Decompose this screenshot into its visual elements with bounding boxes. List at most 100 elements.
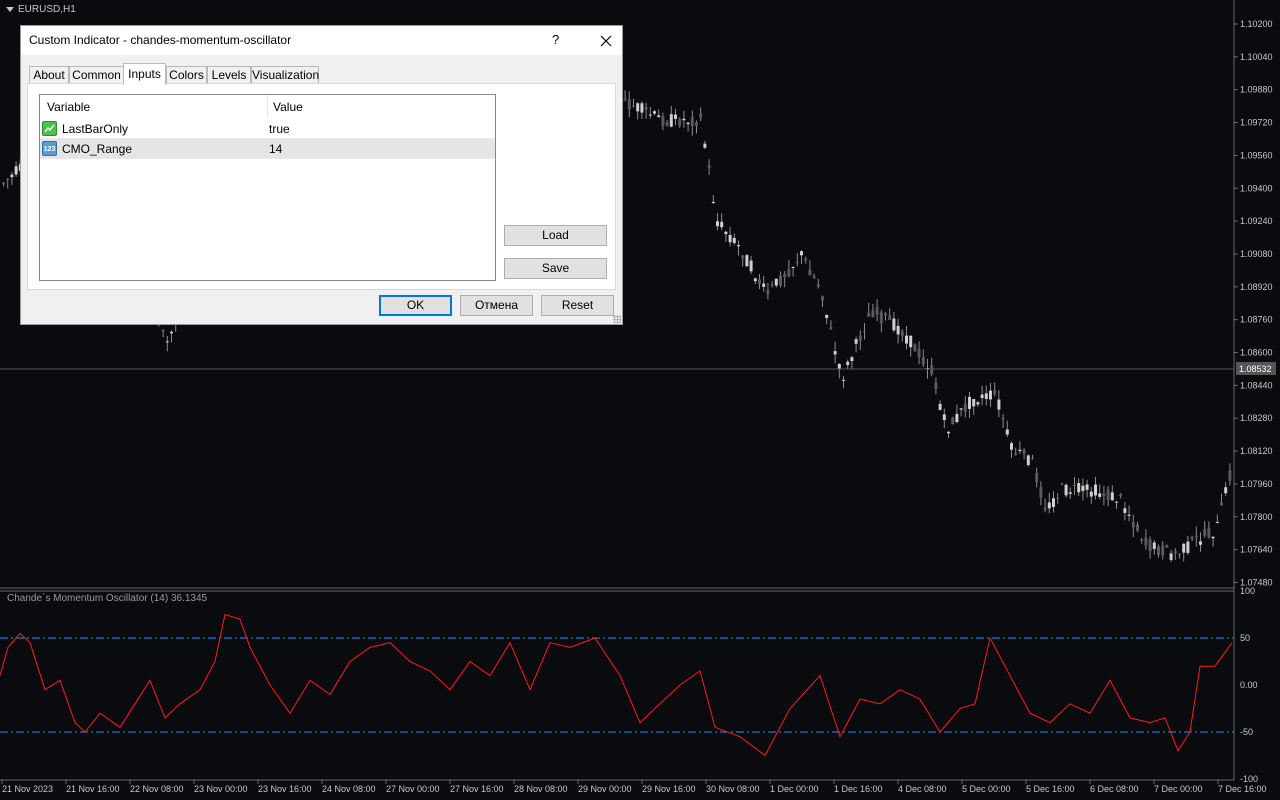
candle-body <box>678 119 682 126</box>
candle-body <box>762 283 766 287</box>
candle-body <box>1035 472 1039 483</box>
candle-body <box>1081 485 1085 492</box>
resize-grip-icon[interactable] <box>613 315 621 323</box>
price-tick-label: 1.09400 <box>1240 183 1273 193</box>
dialog-titlebar[interactable]: Custom Indicator - chandes-momentum-osci… <box>21 26 622 55</box>
candle-body <box>1056 497 1060 499</box>
candle-body <box>644 106 648 110</box>
time-tick-label: 7 Dec 16:00 <box>1218 784 1267 794</box>
candle-body <box>884 313 887 316</box>
candle-body <box>1140 539 1144 541</box>
reset-button[interactable]: Reset <box>541 295 614 316</box>
candle-body <box>812 275 816 278</box>
time-tick-label: 1 Dec 00:00 <box>770 784 819 794</box>
candle-body <box>1127 514 1131 516</box>
candle-body <box>846 361 850 365</box>
help-button[interactable]: ? <box>552 32 559 47</box>
time-tick-label: 22 Nov 08:00 <box>130 784 184 794</box>
candle-body <box>930 365 934 375</box>
candle-body <box>804 258 808 261</box>
candle-body <box>1203 529 1207 536</box>
candle-body <box>938 403 942 410</box>
candle-body <box>787 269 791 277</box>
candle-body <box>858 335 862 341</box>
candle-body <box>1199 541 1202 545</box>
price-tick-label: 1.10200 <box>1240 19 1273 29</box>
candle-body <box>942 414 946 421</box>
candle-body <box>1047 502 1051 509</box>
close-button[interactable] <box>589 26 622 55</box>
tab-about[interactable]: About <box>29 66 69 84</box>
candle-body <box>674 114 677 119</box>
tab-colors[interactable]: Colors <box>166 66 207 84</box>
indicator-tick-label: -50 <box>1240 727 1253 737</box>
variable-value[interactable]: 14 <box>269 142 282 156</box>
candle-body <box>1148 539 1152 551</box>
candle-body <box>888 315 892 320</box>
variable-value[interactable]: true <box>269 122 290 136</box>
candle-body <box>636 103 640 112</box>
column-separator[interactable] <box>267 95 268 118</box>
candle-body <box>703 143 707 148</box>
candle-body <box>720 221 724 228</box>
candle-body <box>1102 493 1106 497</box>
price-tick-label: 1.08440 <box>1240 380 1273 390</box>
symbol-label: EURUSD,H1 <box>6 4 76 15</box>
tab-inputs[interactable]: Inputs <box>123 63 166 85</box>
candle-body <box>972 399 976 407</box>
candle-body <box>1131 521 1135 528</box>
candle-body <box>842 379 845 381</box>
candle-body <box>1224 487 1228 494</box>
indicator-axis: 100 50 0.00 -50 -100 <box>1240 586 1258 784</box>
candle-body <box>913 344 917 352</box>
table-row[interactable]: LastBarOnly true <box>40 119 495 139</box>
candle-body <box>1178 554 1181 556</box>
candle-body <box>1052 498 1055 507</box>
candle-body <box>1026 455 1030 466</box>
candle-body <box>1001 417 1005 420</box>
cancel-button[interactable]: Отмена <box>460 295 533 316</box>
candle-body <box>1098 493 1102 497</box>
candle-body <box>741 255 745 259</box>
time-tick-label: 23 Nov 16:00 <box>258 784 312 794</box>
time-tick-label: 21 Nov 16:00 <box>66 784 120 794</box>
current-price-label: 1.08532 <box>1239 364 1272 374</box>
candle-body <box>1228 470 1232 481</box>
time-tick-label: 27 Nov 16:00 <box>450 784 504 794</box>
candle-body <box>854 339 858 344</box>
candle-body <box>783 273 787 278</box>
candle-body <box>980 394 984 399</box>
price-tick-label: 1.08120 <box>1240 446 1273 456</box>
candle-body <box>1215 522 1219 524</box>
candle-body <box>833 351 837 355</box>
candle-body <box>1207 527 1211 538</box>
candle-body <box>1110 492 1114 501</box>
load-button[interactable]: Load <box>504 225 607 246</box>
price-tick-label: 1.07800 <box>1240 512 1273 522</box>
indicator-label: Chande`s Momentum Oscillator (14) 36.134… <box>7 593 208 604</box>
time-tick-label: 27 Nov 00:00 <box>386 784 440 794</box>
candle-body <box>6 178 10 180</box>
candle-body <box>821 296 824 301</box>
candle-body <box>871 310 875 317</box>
candle-body <box>909 335 913 348</box>
candle-body <box>1073 484 1076 486</box>
tab-levels[interactable]: Levels <box>207 66 251 84</box>
candle-body <box>951 417 955 424</box>
candle-body <box>997 399 1001 410</box>
indicator-tick-label: 50 <box>1240 633 1250 643</box>
candle-body <box>795 262 799 264</box>
price-tick-label: 1.09880 <box>1240 85 1273 95</box>
tab-visualization[interactable]: Visualization <box>251 66 319 84</box>
table-row[interactable]: 123 CMO_Range 14 <box>40 139 495 159</box>
candle-body <box>1077 483 1081 493</box>
tab-common[interactable]: Common <box>69 66 124 84</box>
candle-body <box>10 174 14 178</box>
ok-button[interactable]: OK <box>379 295 452 316</box>
candle-body <box>661 116 665 127</box>
candle-body <box>1144 537 1148 546</box>
time-tick-label: 30 Nov 08:00 <box>706 784 760 794</box>
save-button[interactable]: Save <box>504 258 607 279</box>
candle-body <box>732 237 736 244</box>
cmo-oscillator-line <box>0 613 1233 757</box>
